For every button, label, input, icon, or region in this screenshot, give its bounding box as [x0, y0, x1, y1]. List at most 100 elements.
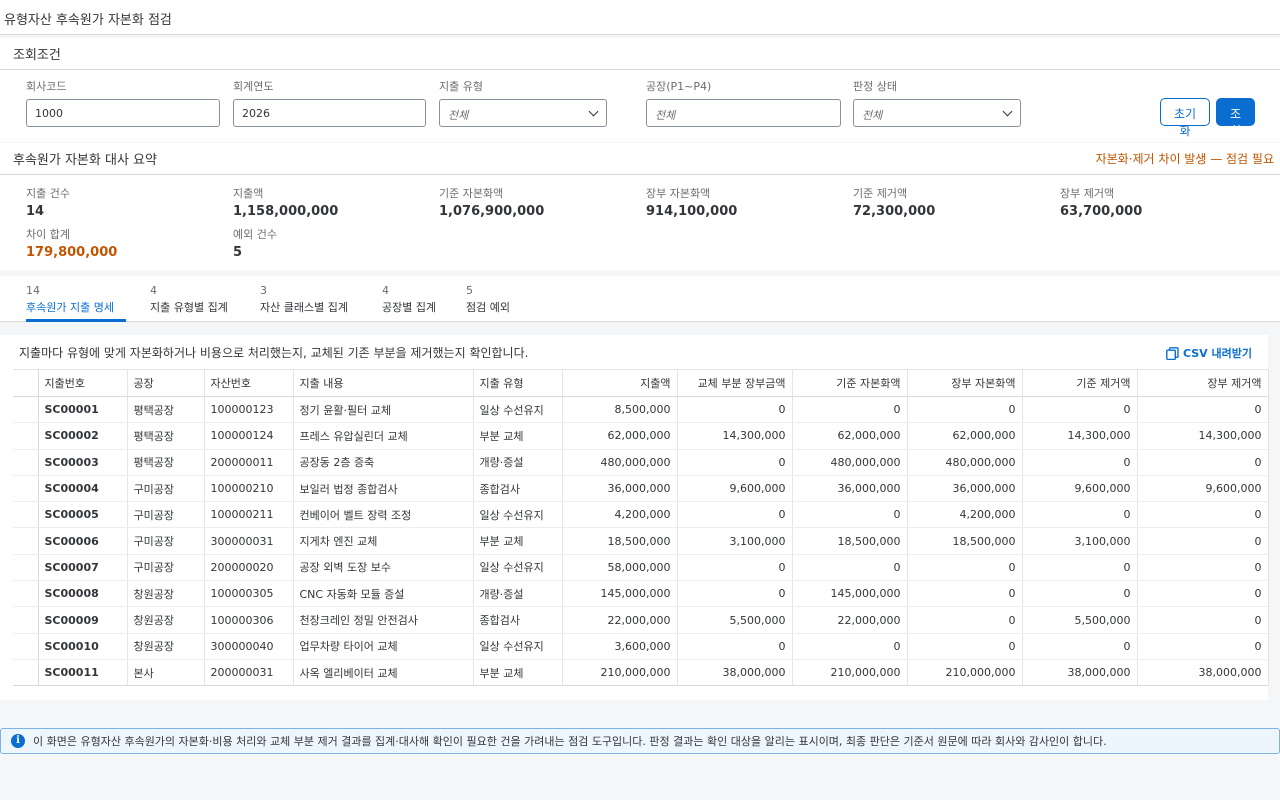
column-header[interactable]: 지출 유형: [473, 369, 563, 397]
table-cell: 100000124: [204, 422, 294, 450]
column-header[interactable]: 지출 내용: [293, 369, 474, 397]
row-selector[interactable]: [13, 396, 39, 424]
table-cell: 100000210: [204, 475, 294, 503]
table-cell: 부분 교체: [473, 659, 563, 687]
table-cell: SC00005: [38, 501, 128, 529]
column-header[interactable]: 기준 자본화액: [792, 369, 908, 397]
row-selector[interactable]: [13, 554, 39, 582]
table-cell: 0: [1022, 554, 1138, 582]
row-selector[interactable]: [13, 501, 39, 529]
tab-label: 후속원가 지출 명세: [26, 301, 114, 314]
expense-type-field: 지출 유형 전체: [439, 78, 607, 127]
tab-bar: 14 후속원가 지출 명세 4 지출 유형별 집계 3 자산 클래스별 집계 4…: [0, 276, 1280, 322]
row-selector[interactable]: [13, 606, 39, 634]
fiscal-year-input[interactable]: 2026: [233, 99, 426, 127]
plant-input[interactable]: 전체: [646, 99, 841, 127]
row-selector[interactable]: [13, 527, 39, 555]
table-row[interactable]: SC00001 평택공장 100000123 정기 윤활·필터 교체 일상 수선유지 8,…: [13, 396, 1269, 424]
judgement-field: 판정 상태 전체: [853, 78, 1021, 127]
tab-exceptions[interactable]: 5 점검 예외: [466, 284, 518, 322]
tab-expense-detail[interactable]: 14 후속원가 지출 명세: [26, 284, 126, 322]
table-cell: 38,000,000: [677, 659, 793, 687]
select-column-header[interactable]: [13, 369, 39, 397]
kpi-difference-total: 차이 합계 179,800,000: [26, 226, 117, 260]
column-header[interactable]: 지출번호: [38, 369, 128, 397]
table-cell: 0: [1022, 449, 1138, 476]
tab-by-expense-type[interactable]: 4 지출 유형별 집계: [150, 284, 240, 322]
table-cell: 210,000,000: [562, 659, 678, 687]
table-row[interactable]: SC00010 창원공장 300000040 업무차량 타이어 교체 일상 수선유지 3,…: [13, 633, 1269, 660]
table-cell: SC00009: [38, 606, 128, 634]
table-cell: 0: [1022, 580, 1138, 608]
kpi-value: 1,158,000,000: [233, 204, 339, 219]
kpi-label: 기준 제거액: [853, 187, 908, 200]
tab-count: 3: [260, 284, 267, 297]
kpi-value: 72,300,000: [853, 204, 936, 219]
table-cell: SC00008: [38, 580, 128, 608]
reset-button[interactable]: 초기화: [1160, 98, 1210, 138]
expense-type-select[interactable]: 전체: [439, 99, 607, 127]
tab-by-asset-class[interactable]: 3 자산 클래스별 집계: [260, 284, 360, 322]
table-cell: 145,000,000: [792, 580, 908, 608]
table-cell: SC00010: [38, 633, 128, 660]
table-cell: 9,600,000: [1137, 475, 1269, 503]
column-header[interactable]: 지출액: [562, 369, 678, 397]
table-row[interactable]: SC00002 평택공장 100000124 프레스 유압실린더 교체 부분 교체 62,…: [13, 422, 1269, 450]
tab-by-plant[interactable]: 4 공장별 집계: [382, 284, 444, 322]
row-selector[interactable]: [13, 659, 39, 687]
row-selector[interactable]: [13, 633, 39, 660]
table-row[interactable]: SC00011 본사 200000031 사옥 엘리베이터 교체 부분 교체 210,00…: [13, 659, 1269, 687]
row-selector[interactable]: [13, 580, 39, 608]
table-row[interactable]: SC00006 구미공장 300000031 지게차 엔진 교체 부분 교체 18,500…: [13, 527, 1269, 555]
table-cell: 창원공장: [127, 580, 205, 608]
company-code-label: 회사코드: [26, 80, 67, 93]
table-cell: 0: [907, 580, 1023, 608]
row-selector[interactable]: [13, 449, 39, 476]
fiscal-year-field: 회계연도 2026: [233, 78, 426, 127]
table-cell: 부분 교체: [473, 422, 563, 450]
table-cell: 3,100,000: [1022, 527, 1138, 555]
column-header[interactable]: 장부 제거액: [1137, 369, 1269, 397]
kpi-label: 차이 합계: [26, 228, 70, 241]
row-selector[interactable]: [13, 475, 39, 503]
table-row[interactable]: SC00003 평택공장 200000011 공장동 2층 증축 개량·증설 480,00…: [13, 449, 1269, 476]
table-cell: SC00001: [38, 396, 128, 424]
column-header[interactable]: 자산번호: [204, 369, 294, 397]
chevron-down-icon: [588, 106, 599, 117]
table-cell: 100000305: [204, 580, 294, 608]
table-cell: 22,000,000: [792, 606, 908, 634]
table-row[interactable]: SC00009 창원공장 100000306 천장크레인 정밀 안전검사 종합검사 22,…: [13, 606, 1269, 634]
column-header[interactable]: 장부 자본화액: [907, 369, 1023, 397]
table-cell: 480,000,000: [792, 449, 908, 476]
column-header[interactable]: 기준 제거액: [1022, 369, 1138, 397]
table-cell: 18,500,000: [907, 527, 1023, 555]
kpi-label: 장부 제거액: [1060, 187, 1115, 200]
column-header[interactable]: 교체 부분 장부금액: [677, 369, 793, 397]
company-code-input[interactable]: 1000: [26, 99, 220, 127]
table-cell: 본사: [127, 659, 205, 687]
info-message-text: 이 화면은 유형자산 후속원가의 자본화·비용 처리와 교체 부분 제거 결과를…: [33, 735, 1107, 748]
table-row[interactable]: SC00004 구미공장 100000210 보일러 법정 종합검사 종합검사 36,00…: [13, 475, 1269, 503]
table-row[interactable]: SC00007 구미공장 200000020 공장 외벽 도장 보수 일상 수선유지 58…: [13, 554, 1269, 582]
column-header[interactable]: 공장: [127, 369, 205, 397]
tab-count: 5: [466, 284, 473, 297]
search-button[interactable]: 조회: [1216, 98, 1255, 138]
table-cell: 보일러 법정 종합검사: [293, 475, 474, 503]
kpi-label: 예외 건수: [233, 228, 277, 241]
table-cell: 0: [907, 633, 1023, 660]
table-cell: 0: [907, 554, 1023, 582]
csv-download-button[interactable]: CSV 내려받기: [1166, 345, 1252, 361]
table-cell: 사옥 엘리베이터 교체: [293, 659, 474, 687]
judgement-select[interactable]: 전체: [853, 99, 1021, 127]
table-cell: 0: [907, 396, 1023, 424]
table-cell: 14,300,000: [677, 422, 793, 450]
table-row[interactable]: SC00008 창원공장 100000305 CNC 자동화 모듈 증설 개량·증설 14…: [13, 580, 1269, 608]
tab-label: 지출 유형별 집계: [150, 301, 228, 314]
table-cell: 5,500,000: [677, 606, 793, 634]
table-cell: 14,300,000: [1022, 422, 1138, 450]
table-cell: 창원공장: [127, 633, 205, 660]
table-cell: 천장크레인 정밀 안전검사: [293, 606, 474, 634]
kpi-label: 지출 건수: [26, 187, 70, 200]
table-row[interactable]: SC00005 구미공장 100000211 컨베이어 벨트 장력 조정 일상 수선유지…: [13, 501, 1269, 529]
row-selector[interactable]: [13, 422, 39, 450]
